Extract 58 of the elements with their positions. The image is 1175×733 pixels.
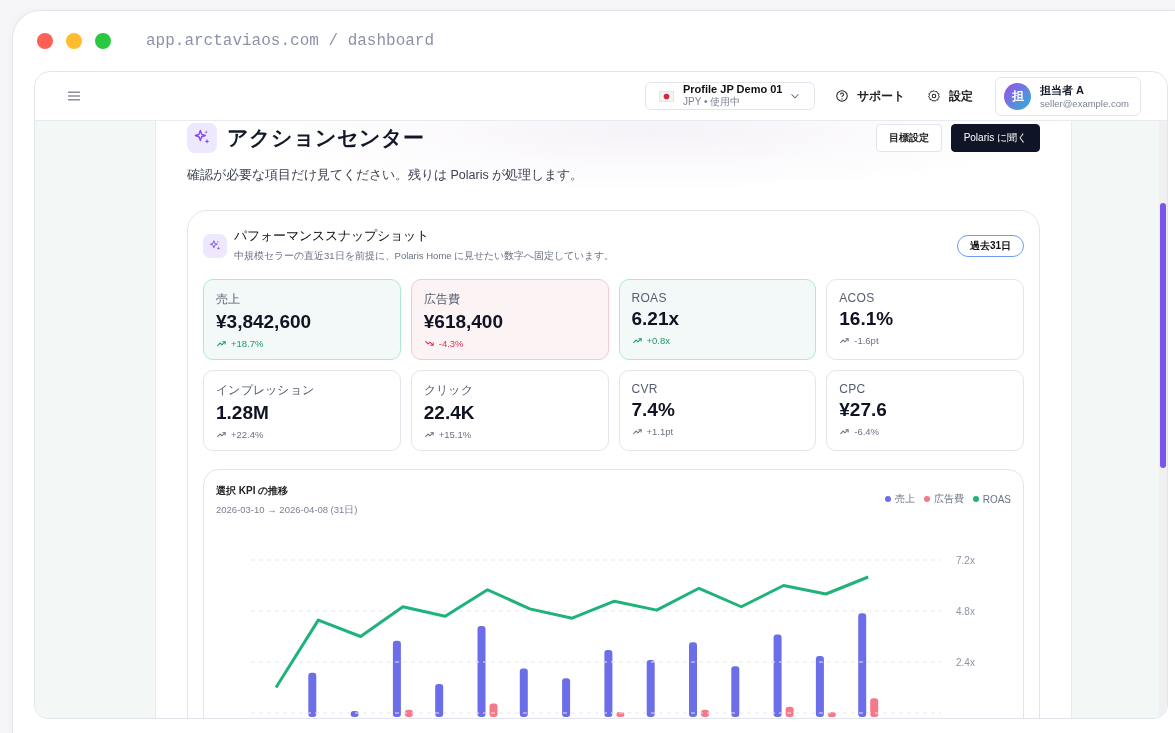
chart-title: 選択 KPI の推移 — [216, 484, 290, 498]
address-text: app.arctaviaos.com / dashboard — [146, 32, 435, 50]
sparkle-icon — [203, 234, 227, 258]
profile-name: Profile JP Demo 01 — [683, 83, 784, 95]
goal-button[interactable]: 目標設定 — [875, 124, 942, 152]
date-range: 2026-03-10 → 2026-04-08 (31日) — [216, 504, 358, 517]
kpi-label: 売上 — [216, 291, 242, 308]
window-control[interactable] — [66, 33, 82, 49]
scrollbar[interactable] — [1159, 121, 1167, 718]
settings-link[interactable]: 設定 — [927, 87, 973, 105]
kpi-change: -1.6pt — [854, 335, 879, 346]
kpi-change: -6.4% — [854, 426, 880, 437]
profile-detail: JPY • 使用中 — [683, 95, 742, 109]
avatar: 担 — [1004, 82, 1031, 110]
kpi-label: ROAS — [631, 291, 668, 305]
kpi-value: ¥27.6 — [839, 399, 888, 421]
kpi-value: 7.4% — [631, 399, 676, 421]
axis-tick-label: 7.2x — [956, 555, 975, 566]
kpi-value: ¥3,842,600 — [216, 311, 313, 333]
kpi-value: 16.1% — [839, 308, 895, 330]
window-control[interactable] — [37, 33, 53, 49]
user-card[interactable]: 担 担当者 A seller@example.com — [995, 76, 1141, 116]
card-description: 中規模セラーの直近31日を前提に、Polaris Home に見せたい数字へ固定しています。 — [234, 250, 615, 263]
kpi-change: -4.3% — [438, 338, 464, 349]
axis-tick-label: 4.8x — [956, 606, 975, 617]
period-button[interactable]: 過去31日 — [956, 235, 1024, 257]
sparkle-icon — [187, 123, 217, 153]
scrollbar-thumb[interactable] — [1160, 203, 1166, 468]
page-title: アクションセンター — [227, 125, 424, 151]
user-name: 担当者 A — [1040, 83, 1085, 98]
kpi-change: +22.4% — [231, 429, 264, 440]
support-link[interactable]: サポート — [835, 87, 905, 105]
kpi-label: CPC — [839, 382, 867, 396]
card-title: パフォーマンススナップショット — [234, 227, 430, 245]
legend-label: ROAS — [982, 493, 1011, 505]
kpi-value: 1.28M — [216, 402, 270, 424]
kpi-value: 6.21x — [631, 308, 681, 330]
axis-tick-label: 2.4x — [956, 657, 975, 668]
kpi-change: +18.7% — [231, 338, 264, 349]
user-email: seller@example.com — [1040, 98, 1130, 109]
kpi-label: CVR — [631, 382, 659, 396]
ask-button[interactable]: Polaris に聞く — [950, 124, 1040, 152]
kpi-change: +0.8x — [646, 335, 670, 346]
settings-icon — [927, 89, 941, 103]
kpi-change: +15.1% — [438, 429, 472, 440]
profile-selector[interactable]: Profile JP Demo 01 JPY • 使用中 — [645, 82, 815, 110]
kpi-value: ¥618,400 — [423, 311, 504, 333]
kpi-label: クリック — [423, 382, 474, 399]
help-icon — [835, 89, 849, 103]
legend-label: 広告費 — [933, 492, 964, 506]
page-subtitle: 確認が必要な項目だけ見てください。残りは Polaris が処理します。 — [187, 167, 585, 184]
window-control[interactable] — [95, 33, 111, 49]
kpi-label: ACOS — [839, 291, 876, 305]
kpi-value: 22.4K — [423, 402, 476, 424]
legend-label: 売上 — [894, 492, 915, 506]
kpi-label: インプレッション — [216, 382, 316, 399]
kpi-change: +1.1pt — [646, 426, 674, 437]
kpi-label: 広告費 — [423, 291, 462, 308]
